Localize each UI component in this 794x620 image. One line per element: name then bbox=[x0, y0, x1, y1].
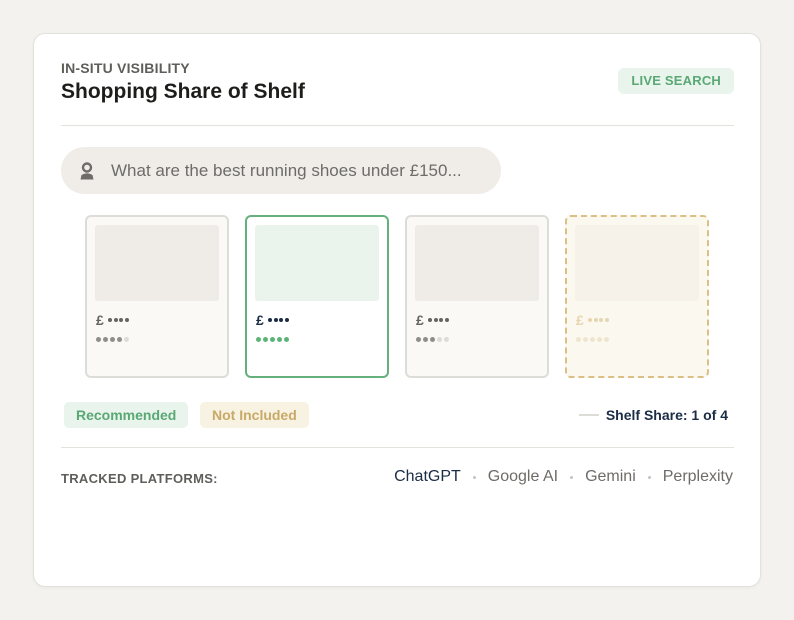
currency-symbol: £ bbox=[416, 312, 425, 328]
rating-dot-empty bbox=[124, 337, 129, 342]
product-image-placeholder bbox=[95, 225, 219, 301]
currency-symbol: £ bbox=[576, 312, 585, 328]
product-card-3: £ bbox=[405, 215, 549, 378]
header-divider bbox=[61, 125, 734, 126]
rating-dot-filled bbox=[96, 337, 101, 342]
platform-chatgpt[interactable]: ChatGPT bbox=[394, 468, 461, 486]
product-card-4: £ bbox=[565, 215, 709, 378]
rating-dot-filled bbox=[597, 337, 602, 342]
legend-not-included: Not Included bbox=[200, 402, 309, 428]
currency-symbol: £ bbox=[256, 312, 265, 328]
product-image-placeholder bbox=[415, 225, 539, 301]
platform-perplexity[interactable]: Perplexity bbox=[663, 468, 733, 486]
product-rating bbox=[96, 337, 129, 342]
price-redacted bbox=[588, 318, 609, 322]
product-price: £ bbox=[96, 312, 129, 328]
footer-divider bbox=[61, 447, 734, 448]
rating-dot-filled bbox=[256, 337, 261, 342]
product-price: £ bbox=[576, 312, 609, 328]
price-redacted bbox=[428, 318, 449, 322]
product-card-1: £ bbox=[85, 215, 229, 378]
rating-dot-filled bbox=[263, 337, 268, 342]
rating-dot-filled bbox=[277, 337, 282, 342]
product-rating bbox=[256, 337, 289, 342]
shopping-share-card: IN-SITU VISIBILITY Shopping Share of She… bbox=[33, 33, 761, 587]
product-rating bbox=[416, 337, 449, 342]
separator-dot bbox=[647, 475, 651, 479]
tracked-platforms-label: TRACKED PLATFORMS: bbox=[61, 471, 218, 486]
section-eyebrow: IN-SITU VISIBILITY bbox=[61, 60, 190, 76]
rating-dot-filled bbox=[590, 337, 595, 342]
separator-dot bbox=[472, 475, 476, 479]
platform-list: ChatGPT Google AI Gemini Perplexity bbox=[394, 468, 733, 486]
rating-dot-filled bbox=[583, 337, 588, 342]
platform-google-ai[interactable]: Google AI bbox=[488, 468, 558, 486]
rating-dot-filled bbox=[284, 337, 289, 342]
separator-dot bbox=[570, 475, 574, 479]
legend-recommended: Recommended bbox=[64, 402, 189, 428]
rating-dot-filled bbox=[576, 337, 581, 342]
product-image-placeholder bbox=[575, 225, 699, 301]
rating-dot-filled bbox=[270, 337, 275, 342]
search-query-bubble: What are the best running shoes under £1… bbox=[61, 147, 501, 194]
live-search-badge: LIVE SEARCH bbox=[618, 68, 734, 94]
rating-dot-filled bbox=[430, 337, 435, 342]
price-redacted bbox=[268, 318, 289, 322]
rating-dot-filled bbox=[103, 337, 108, 342]
product-price: £ bbox=[256, 312, 289, 328]
rating-dot-empty bbox=[437, 337, 442, 342]
rating-dot-filled bbox=[117, 337, 122, 342]
rating-dot-filled bbox=[423, 337, 428, 342]
price-redacted bbox=[108, 318, 129, 322]
product-image-placeholder bbox=[255, 225, 379, 301]
shelf-share-indicator: Shelf Share: 1 of 4 bbox=[578, 407, 728, 423]
product-price: £ bbox=[416, 312, 449, 328]
rating-dot-filled bbox=[416, 337, 421, 342]
platform-gemini[interactable]: Gemini bbox=[585, 468, 636, 486]
rating-dot-filled bbox=[604, 337, 609, 342]
user-icon bbox=[77, 161, 97, 181]
product-card-2: £ bbox=[245, 215, 389, 378]
shelf-share-text: Shelf Share: 1 of 4 bbox=[605, 407, 728, 423]
card-title: Shopping Share of Shelf bbox=[61, 80, 305, 103]
search-query-text: What are the best running shoes under £1… bbox=[111, 160, 462, 180]
product-rating bbox=[576, 337, 609, 342]
rating-dot-filled bbox=[110, 337, 115, 342]
shelf-share-line bbox=[578, 414, 599, 416]
rating-dot-empty bbox=[444, 337, 449, 342]
currency-symbol: £ bbox=[96, 312, 105, 328]
